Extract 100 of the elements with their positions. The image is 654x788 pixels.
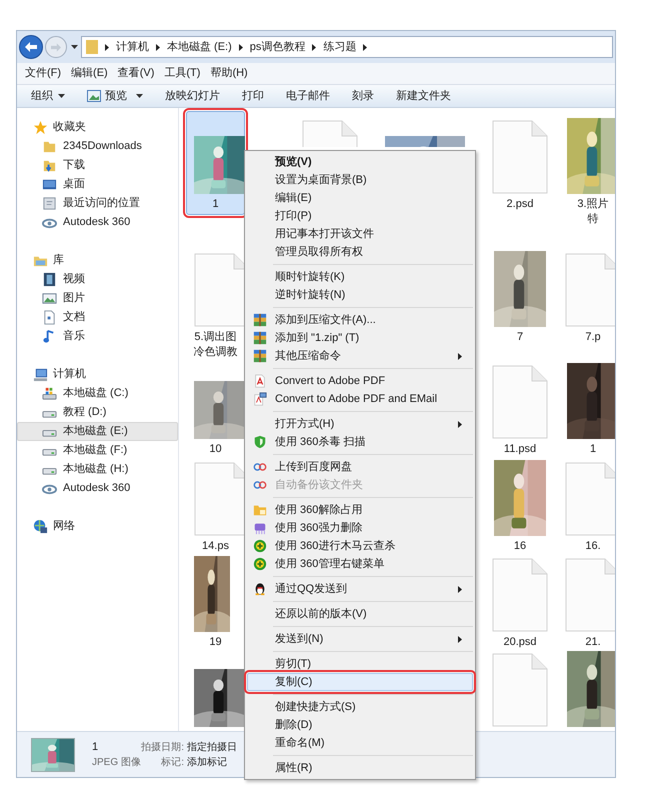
toolbar-button[interactable]: 刻录 (352, 88, 374, 104)
sidebar-item[interactable]: Autodesk 360 (17, 213, 178, 232)
document-icon (492, 653, 548, 727)
chevron-right-icon (105, 44, 109, 50)
menu-item[interactable]: 使用 360管理右键菜单 (247, 555, 473, 573)
menu-item[interactable]: 帮助(H) (210, 65, 248, 82)
menu-item[interactable]: 使用 360强力删除 (247, 519, 473, 537)
network-icon (33, 519, 48, 534)
sidebar-item[interactable]: 本地磁盘 (C:) (17, 384, 178, 403)
document-icon (42, 310, 57, 325)
sidebar-group[interactable]: 库 (17, 251, 178, 270)
sidebar-group[interactable]: 计算机 (17, 365, 178, 384)
archive-icon (253, 349, 267, 363)
back-button[interactable] (19, 35, 43, 59)
video-icon (42, 272, 57, 287)
property-value[interactable]: 指定拍摄日 (187, 740, 237, 754)
menu-item[interactable]: 添加到 "1.zip" (T) (247, 329, 473, 347)
menu-item[interactable]: 使用 360杀毒 扫描 (247, 433, 473, 451)
sidebar-item[interactable]: Autodesk 360 (17, 479, 178, 498)
chevron-right-icon (238, 44, 243, 50)
sidebar-item[interactable]: 本地磁盘 (F:) (17, 441, 178, 460)
toolbar-button[interactable]: 放映幻灯片 (165, 88, 220, 104)
forward-arrow-icon (51, 42, 61, 52)
chevron-right-icon (312, 44, 316, 50)
pdf-mail-icon (253, 392, 267, 406)
pdf-icon (253, 374, 267, 388)
menu-item[interactable]: 其他压缩命令 (247, 347, 473, 365)
folder-icon (253, 503, 267, 517)
plus-circle-icon (253, 539, 267, 553)
breadcrumb[interactable]: 计算机 (116, 38, 149, 56)
caret-icon (58, 94, 65, 98)
breadcrumb[interactable]: 本地磁盘 (E:) (167, 38, 232, 56)
menu-item[interactable]: 还原以前的版本(V) (247, 605, 473, 623)
menu-item[interactable]: 复制(C) (247, 673, 473, 691)
menu-item[interactable]: 通过QQ发送到 (247, 580, 473, 598)
menu-item[interactable]: 属性(R) (247, 759, 473, 777)
toolbar-menu-button[interactable]: 组织 (31, 88, 65, 104)
menu-item[interactable]: 添加到压缩文件(A)... (247, 311, 473, 329)
picture-icon (42, 291, 57, 306)
file-name: 1 (92, 740, 100, 755)
menu-item[interactable]: 文件(F) (25, 65, 62, 82)
menu-item[interactable]: 编辑(E) (71, 65, 108, 82)
archive-icon (253, 331, 267, 345)
menu-item[interactable]: 预览(V) (247, 153, 473, 171)
toolbar-button[interactable]: 打印 (242, 88, 264, 104)
star-icon (33, 120, 48, 135)
sidebar-item[interactable]: 图片 (17, 289, 178, 308)
sidebar-group[interactable]: 网络 (17, 517, 178, 536)
sidebar-item[interactable]: 本地磁盘 (E:) (17, 422, 178, 441)
address-field[interactable]: 计算机 本地磁盘 (E:) ps调色教程 练习题 (81, 36, 613, 58)
property-value[interactable]: 添加标记 (187, 754, 227, 770)
property-label: 拍摄日期: (140, 740, 184, 754)
toolbar-button[interactable]: 新建文件夹 (396, 88, 451, 104)
menu-item[interactable]: 发送到(N) (247, 630, 473, 648)
menu-item[interactable]: 用记事本打开该文件 (247, 225, 473, 243)
sidebar-item[interactable]: 本地磁盘 (H:) (17, 460, 178, 479)
desktop-icon (42, 177, 57, 192)
menu-item[interactable]: 使用 360解除占用 (247, 501, 473, 519)
breadcrumb[interactable]: 练习题 (323, 38, 356, 56)
file-item[interactable]: 1 (186, 111, 245, 215)
caret-icon (136, 94, 143, 98)
chevron-right-icon (156, 44, 160, 50)
menu-item[interactable]: 打开方式(H) (247, 415, 473, 433)
menu-item[interactable]: Convert to Adobe PDF (247, 372, 473, 390)
sidebar-item[interactable]: 桌面 (17, 175, 178, 194)
menu-item[interactable]: 创建快捷方式(S) (247, 698, 473, 716)
caret-icon (70, 45, 78, 49)
chevron-right-icon (458, 586, 462, 592)
menu-item[interactable]: 管理员取得所有权 (247, 243, 473, 261)
chevron-right-icon (458, 420, 462, 428)
menu-item[interactable]: 剪切(T) (247, 655, 473, 673)
sidebar-item[interactable]: 最近访问的位置 (17, 194, 178, 213)
sidebar-item[interactable]: 下载 (17, 156, 178, 175)
menu-item[interactable]: 设置为桌面背景(B) (247, 171, 473, 189)
toolbar-button[interactable]: 电子邮件 (286, 88, 330, 104)
chevron-right-icon (458, 636, 462, 642)
sidebar-item[interactable]: 音乐 (17, 327, 178, 346)
menu-item[interactable]: 工具(T) (164, 65, 200, 82)
toolbar-menu-button[interactable]: 预览 (87, 88, 143, 104)
sidebar-item[interactable]: 视频 (17, 270, 178, 289)
menu-item[interactable]: Convert to Adobe PDF and EMail (247, 390, 473, 408)
menu-item[interactable]: 使用 360进行木马云查杀 (247, 537, 473, 555)
sidebar-item[interactable]: 教程 (D:) (17, 403, 178, 422)
sidebar-item[interactable]: 文档 (17, 308, 178, 327)
back-arrow-icon (25, 42, 37, 52)
menu-item[interactable]: 编辑(E) (247, 189, 473, 207)
breadcrumb[interactable]: ps调色教程 (250, 38, 306, 56)
menu-item[interactable]: 上传到百度网盘 (247, 458, 473, 476)
sidebar-group[interactable]: 收藏夹 (17, 118, 178, 137)
chevron-right-icon (458, 352, 462, 360)
menu-item[interactable]: 顺时针旋转(K) (247, 268, 473, 286)
menu-item[interactable]: 打印(P) (247, 207, 473, 225)
plus-circle-icon (253, 557, 267, 571)
menu-item[interactable]: 逆时针旋转(N) (247, 286, 473, 304)
menu-item[interactable]: 删除(D) (247, 716, 473, 734)
menu-item[interactable]: 查看(V) (118, 65, 154, 82)
sidebar-item[interactable]: 2345Downloads (17, 137, 178, 156)
menu-item[interactable]: 重命名(M) (247, 734, 473, 752)
file-type: JPEG 图像 (92, 756, 140, 770)
picture-icon (87, 90, 101, 102)
